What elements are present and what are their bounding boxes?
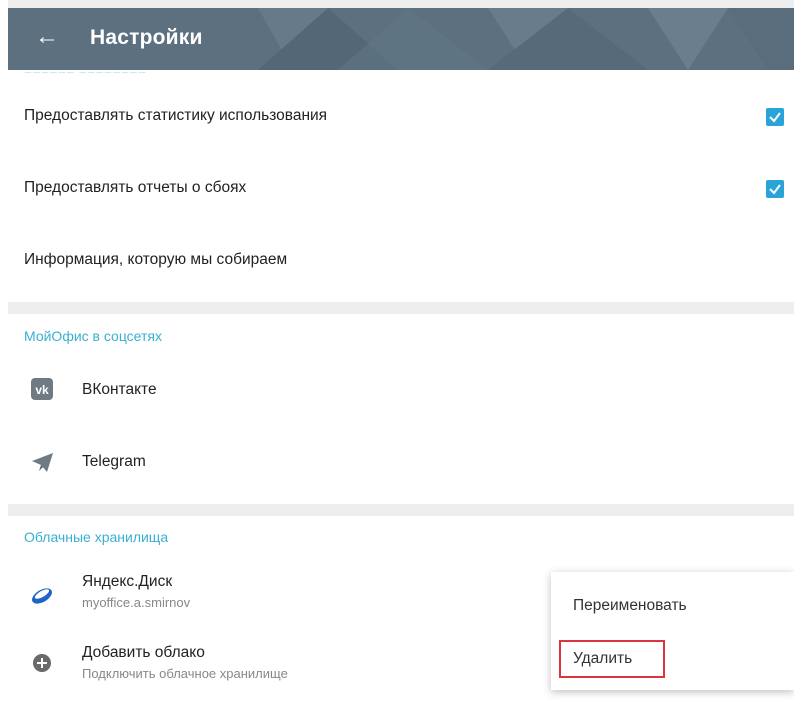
- yandex-disk-subtitle: myoffice.a.smirnov: [82, 595, 191, 610]
- social-section-header: МойОфис в соцсетях: [24, 328, 162, 344]
- add-cloud-subtitle: Подключить облачное хранилище: [82, 666, 288, 681]
- delete-menu-item[interactable]: Удалить: [573, 650, 632, 668]
- back-arrow-icon[interactable]: ←: [32, 22, 62, 52]
- yandex-disk-title: Яндекс.Диск: [82, 573, 173, 590]
- add-cloud-title: Добавить облако: [82, 644, 205, 661]
- checkmark-icon: [769, 184, 781, 195]
- add-circle-icon: [30, 651, 54, 675]
- yandex-disk-icon: [30, 584, 54, 608]
- telegram-row[interactable]: Telegram: [8, 434, 794, 490]
- vk-label: ВКонтакте: [82, 381, 157, 398]
- crash-reports-checkbox[interactable]: [766, 180, 784, 198]
- usage-statistics-checkbox[interactable]: [766, 108, 784, 126]
- telegram-label: Telegram: [82, 453, 146, 470]
- usage-statistics-label: Предоставлять статистику использования: [24, 107, 328, 124]
- svg-text:vk: vk: [35, 383, 49, 397]
- crash-reports-row[interactable]: Предоставлять отчеты о сбоях: [8, 161, 794, 217]
- context-menu: Переименовать Удалить: [551, 572, 794, 690]
- telegram-icon: [30, 450, 54, 474]
- social-section: МойОфис в соцсетях vk ВКонтакте Telegram: [8, 314, 794, 504]
- settings-screen: ← Настройки ■■■■■■ ■■■■■■■■ Предоставлят…: [8, 0, 794, 702]
- vk-icon: vk: [30, 377, 54, 401]
- collected-info-label: Информация, которую мы собираем: [24, 251, 288, 268]
- vk-row[interactable]: vk ВКонтакте: [8, 362, 794, 418]
- page-title: Настройки: [90, 26, 203, 49]
- checkmark-icon: [769, 112, 781, 123]
- collected-info-row[interactable]: Информация, которую мы собираем: [8, 233, 794, 289]
- usage-statistics-row[interactable]: Предоставлять статистику использования: [8, 89, 794, 145]
- privacy-section: ■■■■■■ ■■■■■■■■ Предоставлять статистику…: [8, 70, 794, 302]
- rename-menu-item[interactable]: Переименовать: [573, 597, 687, 615]
- app-bar: ← Настройки: [8, 8, 794, 70]
- crash-reports-label: Предоставлять отчеты о сбоях: [24, 179, 247, 196]
- cloud-section-header: Облачные хранилища: [24, 529, 169, 545]
